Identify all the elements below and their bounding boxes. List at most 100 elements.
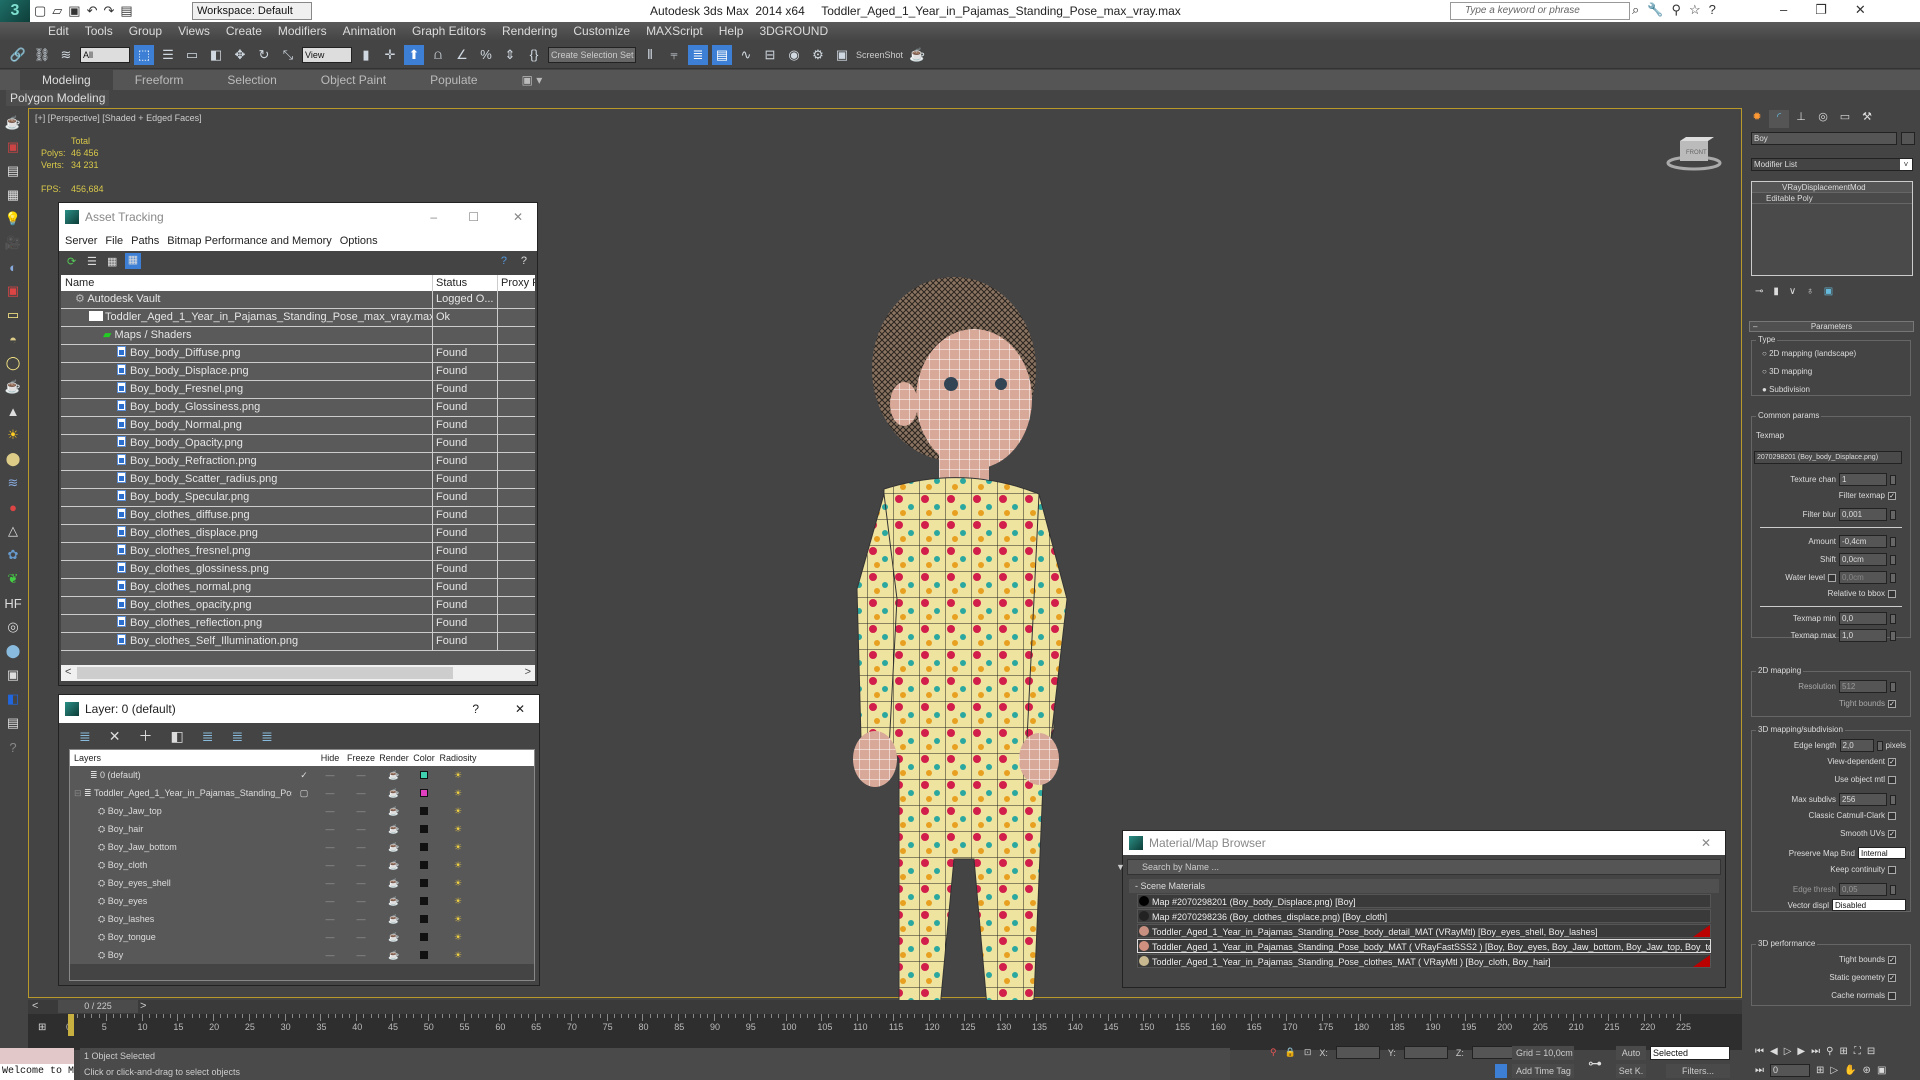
- search-options-icon[interactable]: ▼: [1116, 860, 1125, 874]
- select-objects-in-layer-icon[interactable]: ◧: [170, 728, 183, 745]
- hide-toggle[interactable]: —: [316, 766, 344, 784]
- hide-toggle[interactable]: —: [316, 874, 344, 892]
- asset-tracking-titlebar[interactable]: Asset Tracking – ☐ ✕: [59, 203, 537, 231]
- pivot-center-icon[interactable]: ▮: [356, 45, 376, 65]
- close-button[interactable]: ✕: [1701, 831, 1711, 855]
- water-level-field[interactable]: 0,0cm: [1839, 571, 1887, 584]
- current-layer-toggle[interactable]: [292, 946, 316, 964]
- texmap-min-field[interactable]: 0,0: [1839, 612, 1887, 625]
- toddler-3d-model[interactable]: [789, 259, 1089, 1079]
- asset-row[interactable]: Boy_clothes_glossiness.png Found: [61, 561, 535, 579]
- workspace-dropdown[interactable]: Workspace: Default: [192, 2, 312, 20]
- tight-bounds-checkbox[interactable]: ✓: [1888, 955, 1896, 964]
- percent-snap-icon[interactable]: %: [476, 45, 496, 65]
- plane-light-icon[interactable]: ▭: [4, 305, 22, 325]
- layer-color-swatch[interactable]: [420, 825, 428, 833]
- asset-row[interactable]: Toddler_Aged_1_Year_in_Pajamas_Standing_…: [61, 309, 535, 327]
- amount-field[interactable]: -0,4cm: [1839, 535, 1887, 548]
- texmap-max-field[interactable]: 1,0: [1839, 629, 1887, 642]
- viewcube[interactable]: FRONT: [1664, 137, 1724, 171]
- freeze-toggle[interactable]: —: [344, 856, 378, 874]
- smooth-uvs-checkbox[interactable]: ✓: [1888, 829, 1896, 838]
- hide-toggle[interactable]: —: [316, 856, 344, 874]
- project-folder-icon[interactable]: ▤: [120, 3, 132, 19]
- max-subdivs-field[interactable]: 256: [1839, 793, 1887, 806]
- column-hide[interactable]: Hide: [316, 750, 344, 766]
- render-teapot-icon[interactable]: ☕: [907, 45, 927, 65]
- hide-toggle[interactable]: —: [316, 910, 344, 928]
- render-teapot-icon[interactable]: ☕: [378, 946, 410, 964]
- film-camera-icon[interactable]: ▣: [4, 281, 22, 301]
- asset-row[interactable]: Boy_body_Diffuse.png Found: [61, 345, 535, 363]
- menu-maxscript[interactable]: MAXScript: [638, 22, 711, 41]
- camera-icon[interactable]: 🎥: [4, 233, 22, 253]
- favorites-star-icon[interactable]: ☆: [1689, 2, 1701, 18]
- zoom-all-icon[interactable]: ⊞: [1839, 1046, 1847, 1057]
- menu-tools[interactable]: Tools: [77, 22, 121, 41]
- viewport-label[interactable]: [+] [Perspective] [Shaded + Edged Faces]: [35, 113, 202, 123]
- thumbnail-view-icon[interactable]: ▦: [107, 255, 117, 268]
- render-teapot-icon[interactable]: ☕: [378, 820, 410, 838]
- menu-customize[interactable]: Customize: [565, 22, 638, 41]
- maximize-viewport-icon[interactable]: ▣: [1877, 1065, 1886, 1076]
- minimize-button[interactable]: –: [1780, 2, 1787, 18]
- rect-selection-icon[interactable]: ▭: [182, 45, 202, 65]
- vector-displ-dropdown[interactable]: Disabled: [1832, 899, 1906, 911]
- modifier-list-dropdown[interactable]: Modifier List ˅: [1751, 158, 1913, 171]
- column-current[interactable]: [292, 750, 316, 766]
- layer-color-swatch[interactable]: [420, 951, 428, 959]
- tab-object-paint[interactable]: Object Paint: [299, 70, 408, 90]
- freeze-toggle[interactable]: —: [344, 784, 378, 802]
- sphere-light-icon[interactable]: ⬤: [4, 449, 22, 469]
- help-icon[interactable]: ?: [501, 255, 507, 267]
- column-radiosity[interactable]: Radiosity: [438, 750, 478, 766]
- radiosity-icon[interactable]: ☀: [438, 784, 478, 802]
- next-frame-button[interactable]: >: [140, 1000, 146, 1012]
- teapot-icon[interactable]: ☕: [4, 113, 22, 133]
- freeze-toggle[interactable]: —: [344, 928, 378, 946]
- lock-selection-icon[interactable]: 🔒: [1285, 1047, 1296, 1058]
- cache-normals-checkbox[interactable]: [1888, 991, 1896, 1000]
- freeze-toggle[interactable]: —: [344, 874, 378, 892]
- horizontal-scrollbar[interactable]: < >: [61, 665, 535, 681]
- create-tab-icon[interactable]: ✹: [1747, 110, 1767, 128]
- menu-rendering[interactable]: Rendering: [494, 22, 565, 41]
- current-layer-toggle[interactable]: [292, 820, 316, 838]
- modify-tab-icon[interactable]: ◜: [1769, 110, 1789, 128]
- scale-icon[interactable]: ⤡: [278, 45, 298, 65]
- menu-server[interactable]: Server: [65, 231, 97, 251]
- close-button[interactable]: ✕: [1855, 2, 1866, 18]
- selection-filter-dropdown[interactable]: All: [80, 46, 130, 63]
- current-layer-toggle[interactable]: [292, 856, 316, 874]
- layer-row[interactable]: ⛭ Boy — — ☕ ☀: [70, 946, 534, 964]
- asset-row[interactable]: Boy_body_Displace.png Found: [61, 363, 535, 381]
- plane-icon[interactable]: △: [4, 521, 22, 541]
- view-dependent-checkbox[interactable]: ✓: [1888, 757, 1896, 766]
- next-frame-icon[interactable]: ▶: [1797, 1046, 1805, 1057]
- layer-row[interactable]: ⛭ Boy_hair — — ☕ ☀: [70, 820, 534, 838]
- key-filter-dropdown[interactable]: Selected: [1650, 1046, 1730, 1060]
- rendered-frame-icon[interactable]: ▣: [832, 45, 852, 65]
- freeze-toggle[interactable]: —: [344, 802, 378, 820]
- expand-toggle-icon[interactable]: ⊟: [74, 788, 84, 798]
- filter-blur-field[interactable]: 0,001: [1839, 508, 1887, 521]
- menu-3dground[interactable]: 3DGROUND: [751, 22, 836, 41]
- static-geometry-checkbox[interactable]: ✓: [1888, 973, 1896, 982]
- asset-row[interactable]: Boy_clothes_opacity.png Found: [61, 597, 535, 615]
- hide-toggle[interactable]: —: [316, 838, 344, 856]
- highlight-layer-icon[interactable]: ≣: [202, 728, 214, 745]
- material-item[interactable]: Toddler_Aged_1_Year_in_Pajamas_Standing_…: [1137, 939, 1711, 953]
- move-icon[interactable]: ✥: [230, 45, 250, 65]
- window-crossing-icon[interactable]: ◧: [206, 45, 226, 65]
- render-teapot-icon[interactable]: ☕: [378, 856, 410, 874]
- screenshot-label[interactable]: ScreenShot: [856, 50, 903, 60]
- spinner[interactable]: [1890, 572, 1896, 583]
- spinner[interactable]: [1890, 630, 1896, 641]
- hide-toggle[interactable]: —: [316, 784, 344, 802]
- resolution-field[interactable]: 512: [1839, 680, 1887, 693]
- material-editor-icon[interactable]: ◉: [784, 45, 804, 65]
- spinner[interactable]: [1890, 474, 1896, 485]
- menu-group[interactable]: Group: [121, 22, 170, 41]
- time-tag-icon[interactable]: [1495, 1064, 1507, 1078]
- prev-frame-button[interactable]: <: [32, 1000, 38, 1012]
